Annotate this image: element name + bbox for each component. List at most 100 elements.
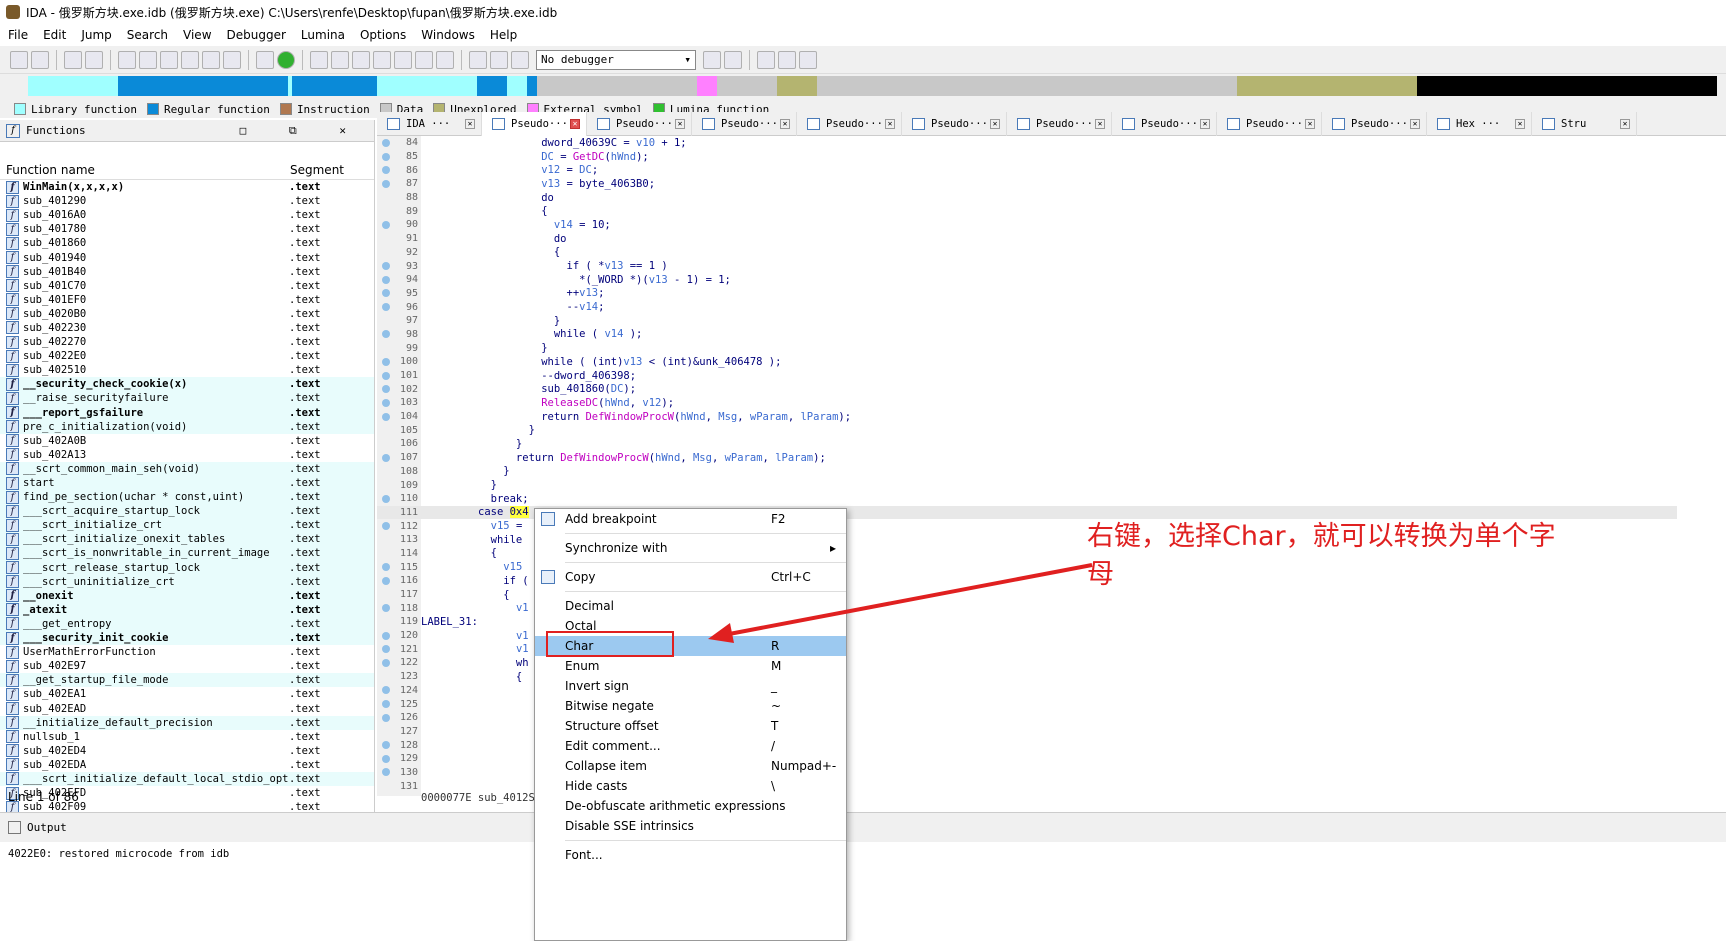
tab[interactable]: Pseudo··· ✕ <box>587 112 692 136</box>
nav-segment[interactable] <box>507 76 527 96</box>
navigation-bar[interactable] <box>28 76 1726 96</box>
breakpoint-dot-icon[interactable] <box>382 412 390 421</box>
code-line[interactable]: 109 } <box>377 478 1677 492</box>
function-row[interactable]: f __onexit .text <box>0 588 374 603</box>
nav-segment[interactable] <box>537 76 697 96</box>
xref-icon[interactable] <box>352 50 370 69</box>
breakpoint-dot-icon[interactable] <box>382 166 390 175</box>
tab[interactable]: Pseudo··· ✕ <box>797 112 902 136</box>
breakpoint-dot-icon[interactable] <box>382 768 390 777</box>
close-x-icon[interactable] <box>436 50 454 69</box>
code-line[interactable]: 101 --dword_406398; <box>377 369 1677 383</box>
breakpoint-dot-icon[interactable] <box>382 494 390 503</box>
context-item-edit-comment[interactable]: Edit comment... / <box>535 736 846 756</box>
function-row[interactable]: f ___scrt_initialize_default_local_stdio_… <box>0 771 374 787</box>
code-line[interactable]: 84 dword_40639C = v10 + 1; <box>377 136 1677 150</box>
menu-help[interactable]: Help <box>490 28 517 42</box>
function-row[interactable]: f sub_4016A0 .text <box>0 208 374 222</box>
code-line[interactable]: 95 ++v13; <box>377 287 1677 301</box>
function-row[interactable]: f find_pe_section(uchar * const,uint) .tex… <box>0 490 374 505</box>
code-line[interactable]: 88 do <box>377 191 1677 205</box>
breakpoint-dot-icon[interactable] <box>382 385 390 394</box>
col-segment[interactable]: Segment <box>290 163 344 177</box>
function-row[interactable]: f sub_402510 .text <box>0 363 374 377</box>
tab-close-icon[interactable]: ✕ <box>1095 119 1105 129</box>
menu-file[interactable]: File <box>8 28 28 42</box>
cut-icon[interactable] <box>415 50 433 69</box>
breakpoint-dot-icon[interactable] <box>382 522 390 531</box>
context-item-structure-offset[interactable]: Structure offset T <box>535 716 846 736</box>
tab-close-icon[interactable]: ✕ <box>1200 119 1210 129</box>
graph-icon[interactable] <box>256 50 274 69</box>
code-line[interactable]: 89 { <box>377 204 1677 218</box>
menu-windows[interactable]: Windows <box>421 28 475 42</box>
panel-window-controls[interactable]: □ ⧉ ✕ <box>240 124 364 138</box>
nav-segment[interactable] <box>1237 76 1417 96</box>
tab[interactable]: Stru ✕ <box>1532 112 1637 136</box>
breakpoint-dot-icon[interactable] <box>382 686 390 695</box>
breakpoint-dot-icon[interactable] <box>382 275 390 284</box>
code-line[interactable]: 96 --v14; <box>377 300 1677 314</box>
function-row[interactable]: f sub_4020B0 .text <box>0 307 374 321</box>
breakpoint-dot-icon[interactable] <box>382 700 390 709</box>
breakpoint-dot-icon[interactable] <box>382 754 390 763</box>
tab[interactable]: Pseudo··· ✕ <box>1007 112 1112 136</box>
function-row[interactable]: f sub_402A0B .text <box>0 434 374 448</box>
enum-icon[interactable] <box>331 50 349 69</box>
function-row[interactable]: f sub_402ED4 .text <box>0 744 374 758</box>
code-line[interactable]: 90 v14 = 10; <box>377 218 1677 232</box>
nav-segment[interactable] <box>777 76 817 96</box>
code-line[interactable]: 85 DC = GetDC(hWnd); <box>377 150 1677 164</box>
breakpoint-dot-icon[interactable] <box>382 303 390 312</box>
code-line[interactable]: 105 } <box>377 423 1677 437</box>
play-icon[interactable] <box>469 50 487 69</box>
jump-down-icon[interactable] <box>202 50 220 69</box>
immediate-search-icon[interactable] <box>160 50 178 69</box>
col-function-name[interactable]: Function name <box>0 163 290 177</box>
code-line[interactable]: 98 while ( v14 ); <box>377 328 1677 342</box>
breakpoint-dot-icon[interactable] <box>382 645 390 654</box>
function-row[interactable]: f ___scrt_acquire_startup_lock .text <box>0 504 374 519</box>
text-search-icon[interactable] <box>139 50 157 69</box>
function-row[interactable]: f sub_402270 .text <box>0 335 374 349</box>
code-line[interactable]: 100 while ( (int)v13 < (int)&unk_406478 … <box>377 355 1677 369</box>
menu-view[interactable]: View <box>183 28 211 42</box>
breakpoint-dot-icon[interactable] <box>382 357 390 366</box>
tab-close-icon[interactable]: ✕ <box>570 119 580 129</box>
tab[interactable]: Pseudo··· ✕ <box>692 112 797 136</box>
stop-icon[interactable] <box>511 50 529 69</box>
tab-close-icon[interactable]: ✕ <box>780 119 790 129</box>
function-row[interactable]: f pre_c_initialization(void) .text <box>0 419 374 434</box>
context-item-enum[interactable]: Enum M <box>535 656 846 676</box>
attach-icon[interactable] <box>703 50 721 69</box>
save-icon[interactable] <box>31 50 49 69</box>
context-item-invert-sign[interactable]: Invert sign _ <box>535 676 846 696</box>
tab[interactable]: Pseudo··· ✕ <box>1322 112 1427 136</box>
function-row[interactable]: f WinMain(x,x,x,x) .text <box>0 180 374 194</box>
code-line[interactable]: 91 do <box>377 232 1677 246</box>
code-line[interactable]: 106 } <box>377 437 1677 451</box>
code-line[interactable]: 87 v13 = byte_4063B0; <box>377 177 1677 191</box>
function-row[interactable]: f sub_401B40 .text <box>0 265 374 279</box>
breakpoint-dot-icon[interactable] <box>382 631 390 640</box>
breakpoint-dot-icon[interactable] <box>382 658 390 667</box>
function-row[interactable]: f sub_401780 .text <box>0 222 374 236</box>
breakpoint-dot-icon[interactable] <box>382 152 390 161</box>
breakpoint-dot-icon[interactable] <box>382 262 390 271</box>
function-row[interactable]: f nullsub_1 .text <box>0 730 374 744</box>
tab-close-icon[interactable]: ✕ <box>1410 119 1420 129</box>
breakpoint-list-icon[interactable] <box>757 50 775 69</box>
nav-segment[interactable] <box>118 76 288 96</box>
menu-search[interactable]: Search <box>127 28 168 42</box>
nav-segment[interactable] <box>477 76 507 96</box>
code-line[interactable]: 94 *(_WORD *)(v13 - 1) = 1; <box>377 273 1677 287</box>
function-row[interactable]: f ___security_init_cookie .text <box>0 631 374 646</box>
debugger-select[interactable]: No debugger <box>536 49 696 70</box>
context-item-font[interactable]: Font... <box>535 845 846 865</box>
function-row[interactable]: f sub_401290 .text <box>0 194 374 208</box>
plugin-icon[interactable] <box>394 50 412 69</box>
nav-segment[interactable] <box>817 76 1237 96</box>
code-line[interactable]: 107 return DefWindowProcW(hWnd, Msg, wPa… <box>377 451 1677 465</box>
breakpoint-dot-icon[interactable] <box>382 576 390 585</box>
add-breakpoint-icon[interactable] <box>778 50 796 69</box>
